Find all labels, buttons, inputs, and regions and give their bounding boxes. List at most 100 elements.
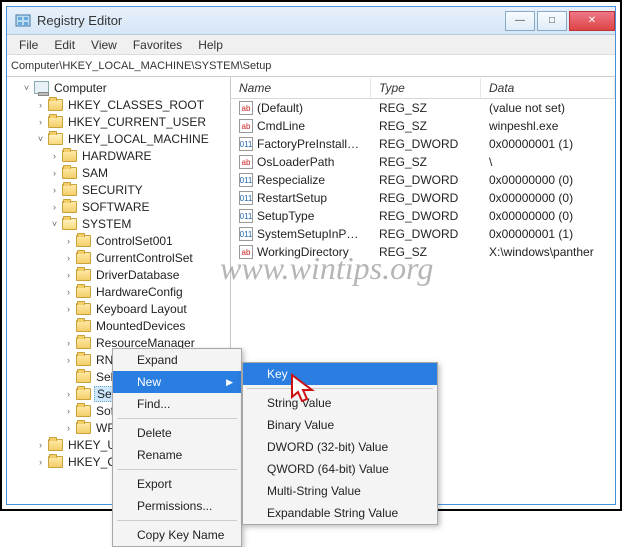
ctx-new-qword[interactable]: QWORD (64-bit) Value	[243, 458, 437, 480]
string-value-icon: ab	[239, 101, 253, 115]
dword-value-icon: 011	[239, 209, 253, 223]
ctx-new-dword[interactable]: DWORD (32-bit) Value	[243, 436, 437, 458]
window-title: Registry Editor	[37, 13, 503, 28]
value-type: REG_DWORD	[371, 191, 481, 205]
value-name: SystemSetupInP…	[257, 227, 358, 241]
ctx-copykeyname[interactable]: Copy Key Name	[113, 524, 241, 546]
dword-value-icon: 011	[239, 137, 253, 151]
value-data: (value not set)	[481, 101, 615, 115]
value-row[interactable]: ab (Default) REG_SZ(value not set)	[231, 99, 615, 117]
separator	[117, 469, 237, 470]
tree-node-controlset001[interactable]: ›ControlSet001	[63, 232, 230, 249]
computer-icon	[34, 81, 49, 94]
value-row[interactable]: 011 FactoryPreInstall… REG_DWORD0x00000001…	[231, 135, 615, 153]
value-type: REG_SZ	[371, 155, 481, 169]
titlebar[interactable]: Registry Editor — □ ✕	[7, 7, 615, 35]
ctx-new-expstring[interactable]: Expandable String Value	[243, 502, 437, 524]
menubar: File Edit View Favorites Help	[7, 35, 615, 55]
value-name: RestartSetup	[257, 191, 327, 205]
tree-node-currentcontrolset[interactable]: ›CurrentControlSet	[63, 249, 230, 266]
tree-node-security[interactable]: ›SECURITY	[49, 181, 230, 198]
value-row[interactable]: abWorkingDirectoryREG_SZX:\windows\panth…	[231, 243, 615, 261]
ctx-find[interactable]: Find...	[113, 393, 241, 415]
ctx-permissions[interactable]: Permissions...	[113, 495, 241, 517]
col-type[interactable]: Type	[371, 78, 481, 98]
value-data: 0x00000001 (1)	[481, 137, 615, 151]
value-data: winpeshl.exe	[481, 119, 615, 133]
tree-node-computer[interactable]: ˅ Computer	[21, 79, 230, 96]
separator	[117, 520, 237, 521]
value-data: 0x00000000 (0)	[481, 209, 615, 223]
value-name: CmdLine	[257, 119, 305, 133]
value-type: REG_DWORD	[371, 209, 481, 223]
tree-node-mounteddevices[interactable]: MountedDevices	[63, 317, 230, 334]
value-name: Respecialize	[257, 173, 325, 187]
value-type: REG_DWORD	[371, 173, 481, 187]
value-type: REG_DWORD	[371, 227, 481, 241]
tree-node-hardwareconfig[interactable]: ›HardwareConfig	[63, 283, 230, 300]
tree-node-hkcr[interactable]: ›HKEY_CLASSES_ROOT	[35, 96, 230, 113]
value-name: SetupType	[257, 209, 314, 223]
value-type: REG_SZ	[371, 101, 481, 115]
tree-node-system[interactable]: ˅SYSTEM	[49, 215, 230, 232]
ctx-new[interactable]: New▶	[113, 371, 241, 393]
value-data: \	[481, 155, 615, 169]
value-row[interactable]: 011 SetupType REG_DWORD0x00000000 (0)	[231, 207, 615, 225]
value-data: 0x00000001 (1)	[481, 227, 615, 241]
value-row[interactable]: abOsLoaderPathREG_SZ\	[231, 153, 615, 171]
minimize-button[interactable]: —	[505, 11, 535, 31]
value-name: (Default)	[257, 101, 303, 115]
tree-node-driverdatabase[interactable]: ›DriverDatabase	[63, 266, 230, 283]
string-value-icon: ab	[239, 155, 253, 169]
list-header: Name Type Data	[231, 77, 615, 99]
dword-value-icon: 011	[239, 227, 253, 241]
value-data: 0x00000000 (0)	[481, 173, 615, 187]
close-button[interactable]: ✕	[569, 11, 615, 31]
value-row[interactable]: 011 SystemSetupInP… REG_DWORD0x00000001 (1…	[231, 225, 615, 243]
tree-node-sam[interactable]: ›SAM	[49, 164, 230, 181]
col-name[interactable]: Name	[231, 78, 371, 98]
ctx-new-binary[interactable]: Binary Value	[243, 414, 437, 436]
separator	[247, 388, 433, 389]
value-row[interactable]: ab CmdLine REG_SZwinpeshl.exe	[231, 117, 615, 135]
dword-value-icon: 011	[239, 173, 253, 187]
tree-node-keyboardlayout[interactable]: ›Keyboard Layout	[63, 300, 230, 317]
value-data: 0x00000000 (0)	[481, 191, 615, 205]
ctx-export[interactable]: Export	[113, 473, 241, 495]
value-row[interactable]: 011 RestartSetup REG_DWORD0x00000000 (0)	[231, 189, 615, 207]
ctx-new-multistring[interactable]: Multi-String Value	[243, 480, 437, 502]
ctx-new-key[interactable]: Key	[243, 363, 437, 385]
menu-view[interactable]: View	[83, 36, 125, 54]
context-menu-new: Key String Value Binary Value DWORD (32-…	[242, 362, 438, 525]
tree-node-hkcu[interactable]: ›HKEY_CURRENT_USER	[35, 113, 230, 130]
string-value-icon: ab	[239, 119, 253, 133]
tree-node-hardware[interactable]: ›HARDWARE	[49, 147, 230, 164]
value-name: WorkingDirectory	[257, 245, 349, 259]
value-type: REG_SZ	[371, 119, 481, 133]
separator	[117, 418, 237, 419]
submenu-arrow-icon: ▶	[226, 377, 233, 388]
dword-value-icon: 011	[239, 191, 253, 205]
collapse-icon[interactable]: ˅	[21, 82, 32, 93]
context-menu-key: Expand New▶ Find... Delete Rename Export…	[112, 348, 242, 547]
ctx-rename[interactable]: Rename	[113, 444, 241, 466]
value-name: FactoryPreInstall…	[257, 137, 359, 151]
menu-file[interactable]: File	[11, 36, 46, 54]
ctx-delete[interactable]: Delete	[113, 422, 241, 444]
app-icon	[15, 13, 31, 29]
string-value-icon: ab	[239, 245, 253, 259]
value-row[interactable]: 011 Respecialize REG_DWORD0x00000000 (0)	[231, 171, 615, 189]
tree-node-hklm[interactable]: ˅HKEY_LOCAL_MACHINE	[35, 130, 230, 147]
menu-edit[interactable]: Edit	[46, 36, 83, 54]
value-type: REG_DWORD	[371, 137, 481, 151]
address-text: Computer\HKEY_LOCAL_MACHINE\SYSTEM\Setup	[11, 60, 271, 72]
tree-node-software[interactable]: ›SOFTWARE	[49, 198, 230, 215]
ctx-expand[interactable]: Expand	[113, 349, 241, 371]
address-bar[interactable]: Computer\HKEY_LOCAL_MACHINE\SYSTEM\Setup	[7, 55, 615, 77]
value-type: REG_SZ	[371, 245, 481, 259]
menu-help[interactable]: Help	[190, 36, 231, 54]
col-data[interactable]: Data	[481, 78, 615, 98]
maximize-button[interactable]: □	[537, 11, 567, 31]
ctx-new-string[interactable]: String Value	[243, 392, 437, 414]
menu-favorites[interactable]: Favorites	[125, 36, 190, 54]
